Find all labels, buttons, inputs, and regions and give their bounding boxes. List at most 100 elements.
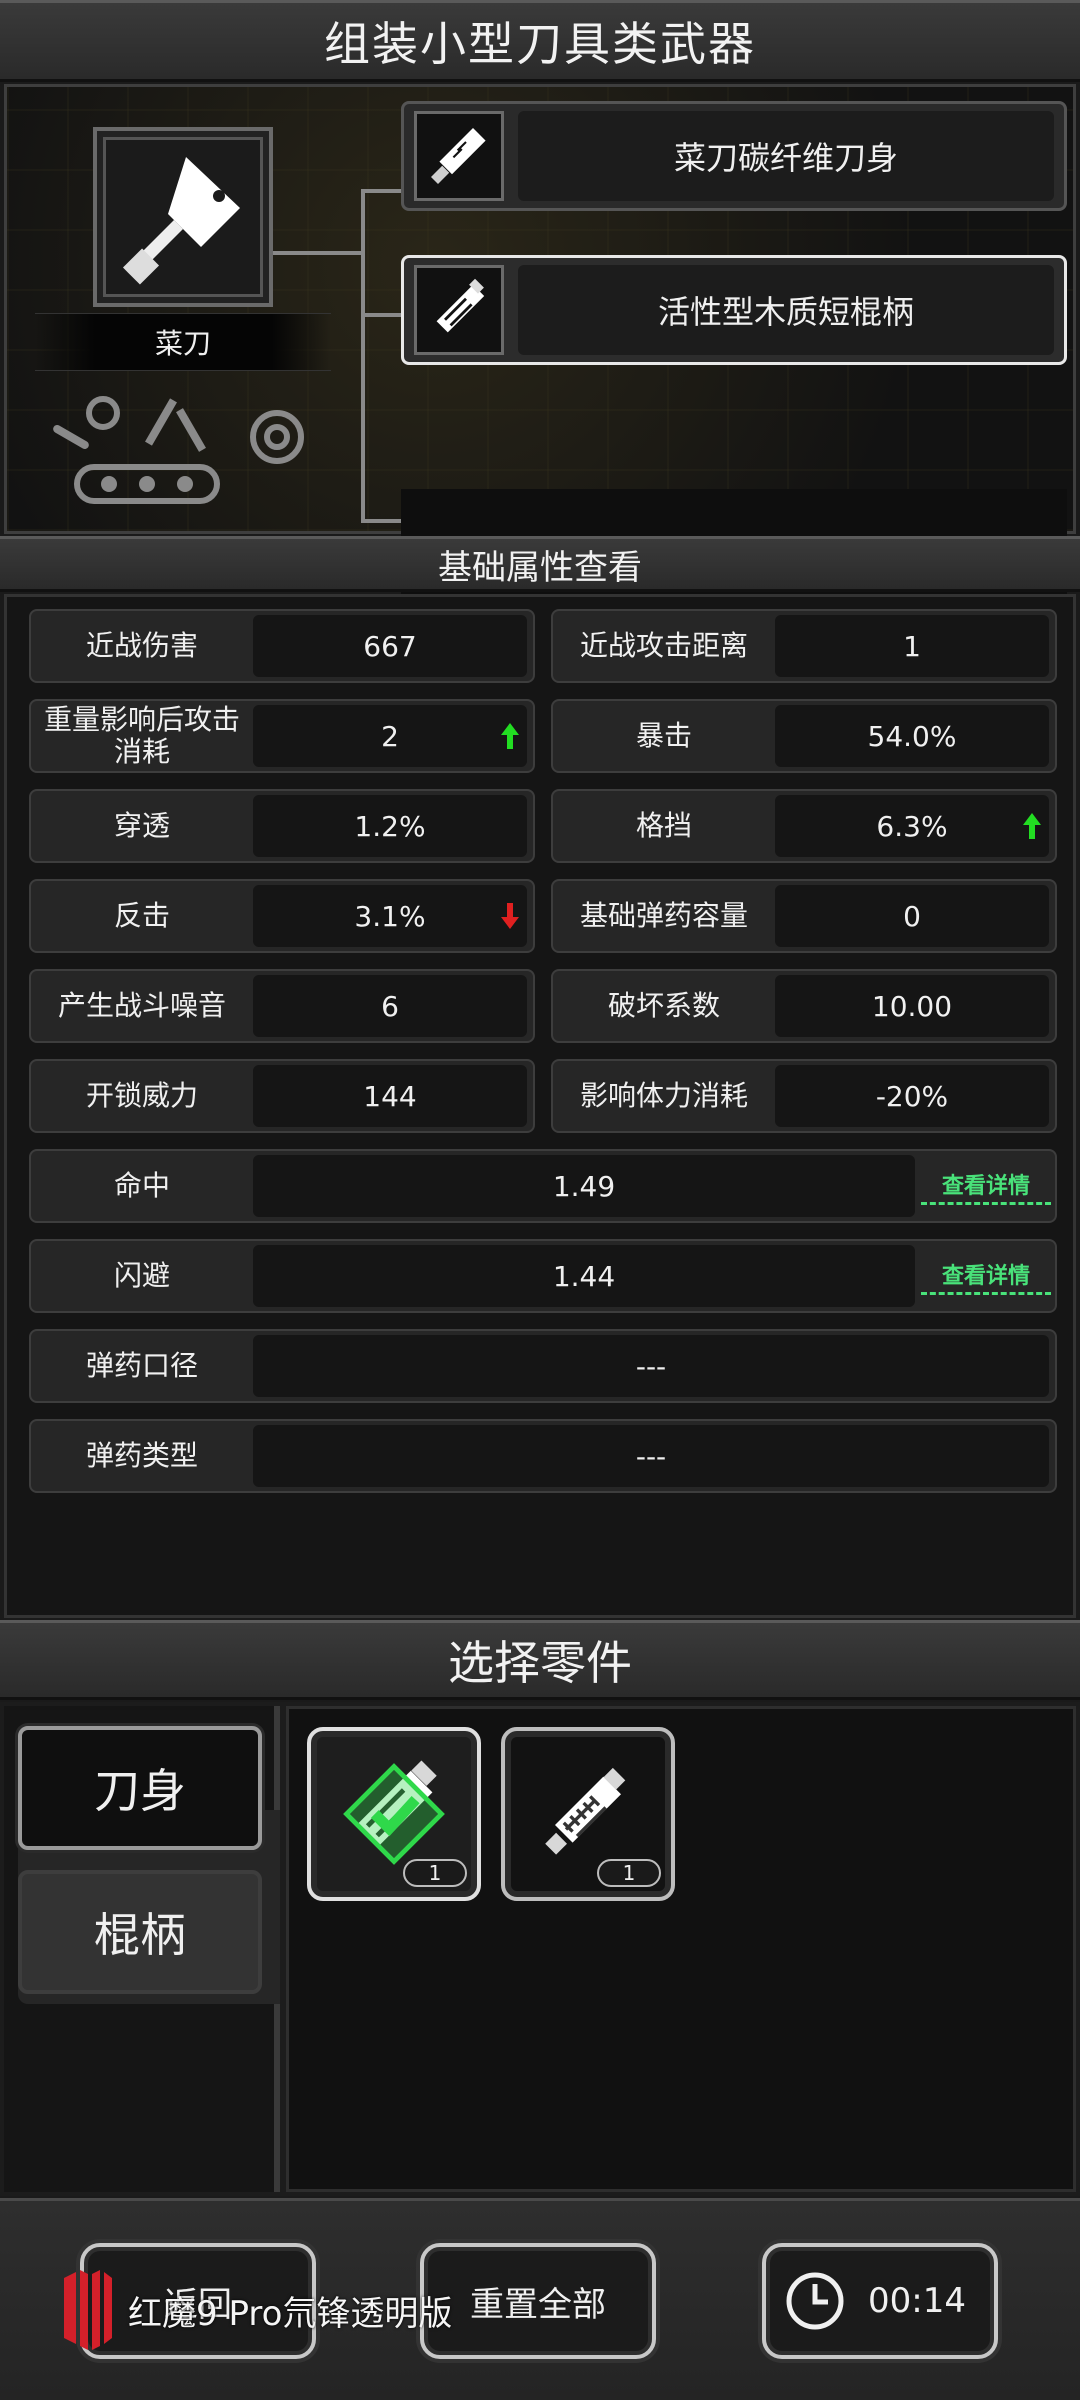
title-bar: 组装小型刀具类武器 (0, 0, 1080, 82)
reset-all-button[interactable]: 重置全部 (420, 2243, 656, 2359)
view-details-link[interactable]: 查看详情 (921, 1258, 1051, 1295)
attr-value: 0 (775, 885, 1049, 947)
item-count-badge: 1 (597, 1859, 661, 1887)
attr-label: 近战攻击距离 (579, 629, 748, 662)
attr-noise: 产生战斗噪音 6 (29, 969, 535, 1043)
wrapped-handle-icon (545, 1767, 626, 1855)
attr-label: 穿透 (113, 809, 170, 842)
connector-line (361, 189, 365, 523)
weapon-name: 菜刀 (154, 327, 211, 360)
attr-label: 反击 (113, 899, 170, 932)
weapon-icon-frame (93, 127, 273, 307)
attr-value-box: 3.1% (253, 885, 527, 947)
select-parts-header: 选择零件 (0, 1620, 1080, 1700)
attr-evasion: 闪避 1.44 查看详情 (29, 1239, 1057, 1313)
attr-value: 667 (253, 615, 527, 677)
handle-icon (436, 278, 485, 333)
category-tab-handle[interactable]: 棍柄 (18, 1870, 262, 1994)
attr-label: 近战伤害 (85, 629, 198, 662)
attr-value: --- (253, 1425, 1049, 1487)
attr-label: 暴击 (635, 719, 692, 752)
attr-ammo-caliber: 弹药口径 --- (29, 1329, 1057, 1403)
attr-label: 弹药口径 (85, 1349, 198, 1382)
attributes-panel: 近战伤害 667 近战攻击距离 1 重量影响后攻击消耗 2 暴击 54.0% 穿… (4, 594, 1076, 1618)
connector-line (361, 313, 401, 317)
part-label-blade: 菜刀碳纤维刀身 (673, 139, 898, 177)
attr-label: 破坏系数 (607, 989, 720, 1022)
view-details-link[interactable]: 查看详情 (921, 1168, 1051, 1205)
back-button[interactable]: 返回 (80, 2243, 316, 2359)
attr-attack-cost: 重量影响后攻击消耗 2 (29, 699, 535, 773)
attr-label: 弹药类型 (85, 1439, 198, 1472)
attr-melee-range: 近战攻击距离 1 (551, 609, 1057, 683)
attr-stamina: 影响体力消耗 -20% (551, 1059, 1057, 1133)
arrow-up-icon (1023, 813, 1041, 839)
item-count-badge: 1 (403, 1859, 467, 1887)
assembly-panel: 菜刀 菜刀碳纤维刀身 活性型木质短棍柄 (4, 84, 1076, 605)
attr-destruction: 破坏系数 10.00 (551, 969, 1057, 1043)
category-tab-blade[interactable]: 刀身 (18, 1726, 262, 1850)
attr-melee-damage: 近战伤害 667 (29, 609, 535, 683)
attr-value: --- (253, 1335, 1049, 1397)
category-column: 刀身 棍柄 (4, 1706, 280, 2192)
part-label-handle: 活性型木质短棍柄 (657, 293, 914, 331)
wooden-handle-icon (343, 1760, 445, 1865)
cleaver-icon (122, 157, 240, 285)
attr-value: 6 (253, 975, 527, 1037)
attr-label: 开锁威力 (85, 1079, 198, 1112)
part-item[interactable]: 1 (501, 1727, 675, 1901)
attr-value: 1.44 (253, 1245, 915, 1307)
part-label-box: 菜刀碳纤维刀身 (518, 111, 1054, 201)
part-label-box: 活性型木质短棍柄 (518, 265, 1054, 355)
attr-label: 重量影响后攻击消耗 (43, 703, 240, 768)
attr-label: 格挡 (635, 809, 692, 842)
attributes-title: 基础属性查看 (438, 547, 642, 588)
clock-icon (786, 2272, 844, 2330)
part-item[interactable]: 1 (307, 1727, 481, 1901)
attr-value: 3.1% (354, 899, 426, 933)
attr-value: 144 (253, 1065, 527, 1127)
connector-line (273, 251, 363, 255)
bottom-bar: 返回 重置全部 00:14 (0, 2198, 1080, 2400)
attr-value: 2 (381, 719, 399, 753)
blade-icon (431, 128, 486, 184)
arrow-down-icon (501, 903, 519, 929)
connector-line (361, 189, 401, 193)
attr-value: 1.2% (253, 795, 527, 857)
attr-label: 闪避 (113, 1259, 170, 1292)
attr-value: 54.0% (775, 705, 1049, 767)
attr-accuracy: 命中 1.49 查看详情 (29, 1149, 1057, 1223)
attr-label: 产生战斗噪音 (57, 989, 226, 1022)
attr-value-box: 6.3% (775, 795, 1049, 857)
attr-label: 影响体力消耗 (579, 1079, 748, 1112)
attr-block: 格挡 6.3% (551, 789, 1057, 863)
parts-grid: 1 1 (286, 1706, 1076, 2192)
attr-value: 1.49 (253, 1155, 915, 1217)
attributes-header: 基础属性查看 (0, 536, 1080, 592)
attr-label: 基础弹药容量 (579, 899, 748, 932)
attr-value: 1 (775, 615, 1049, 677)
connector-line (361, 519, 401, 523)
attr-ammo-capacity: 基础弹药容量 0 (551, 879, 1057, 953)
timer-button[interactable]: 00:14 (762, 2243, 998, 2359)
attr-value-box: 2 (253, 705, 527, 767)
attr-label: 命中 (113, 1169, 170, 1202)
attr-value: 6.3% (876, 809, 948, 843)
part-thumb (414, 265, 504, 355)
attr-counter: 反击 3.1% (29, 879, 535, 953)
select-parts-area: 刀身 棍柄 1 1 (0, 1702, 1080, 2196)
attr-critical: 暴击 54.0% (551, 699, 1057, 773)
attr-value: 10.00 (775, 975, 1049, 1037)
attr-lockpick: 开锁威力 144 (29, 1059, 535, 1133)
assembly-gears-icon (53, 396, 304, 504)
part-thumb (414, 111, 504, 201)
arrow-up-icon (501, 723, 519, 749)
attr-ammo-type: 弹药类型 --- (29, 1419, 1057, 1493)
attr-penetration: 穿透 1.2% (29, 789, 535, 863)
part-slot-blade[interactable]: 菜刀碳纤维刀身 (401, 101, 1067, 211)
select-parts-title: 选择零件 (448, 1636, 632, 1690)
weapon-name-strip: 菜刀 (35, 313, 331, 371)
timer-value: 00:14 (868, 2281, 966, 2321)
attr-value: -20% (775, 1065, 1049, 1127)
part-slot-handle[interactable]: 活性型木质短棍柄 (401, 255, 1067, 365)
